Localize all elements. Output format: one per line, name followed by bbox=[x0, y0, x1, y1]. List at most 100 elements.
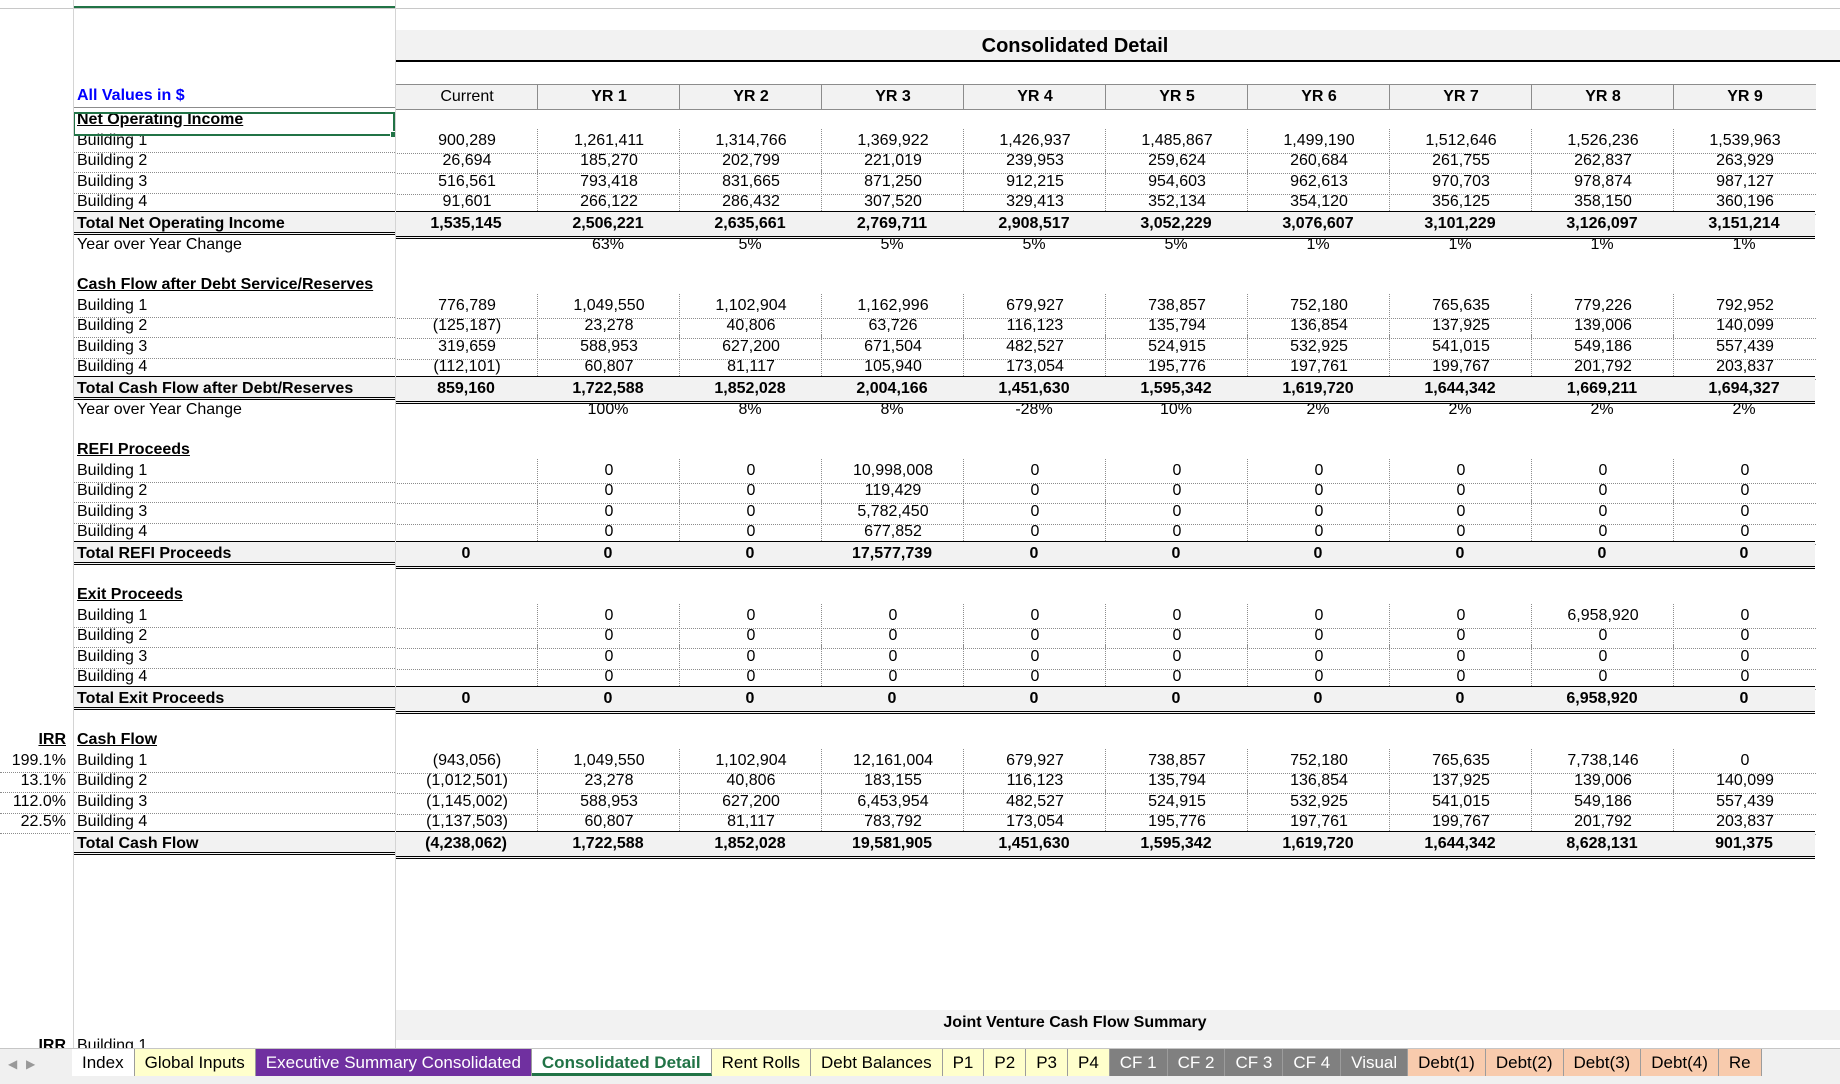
sheet-tab-debt-balances[interactable]: Debt Balances bbox=[811, 1049, 943, 1076]
total-value[interactable]: 1,595,342 bbox=[1105, 830, 1247, 859]
total-value[interactable]: 0 bbox=[821, 685, 963, 714]
column-header-yr6[interactable]: YR 6 bbox=[1247, 84, 1390, 110]
irr-header[interactable]: IRR bbox=[0, 1034, 70, 1048]
sheet-tab-visual[interactable]: Visual bbox=[1341, 1049, 1409, 1076]
yoy-value[interactable]: 8% bbox=[679, 398, 821, 422]
total-value[interactable]: 0 bbox=[1531, 540, 1673, 569]
column-header-yr8[interactable]: YR 8 bbox=[1531, 84, 1674, 110]
total-value[interactable]: 0 bbox=[537, 685, 679, 714]
sheet-tab-debt-4[interactable]: Debt(4) bbox=[1641, 1049, 1719, 1076]
total-value[interactable]: 0 bbox=[395, 685, 537, 714]
tab-scroll-right-icon[interactable]: ▶ bbox=[26, 1057, 35, 1071]
total-value[interactable]: 0 bbox=[1247, 685, 1389, 714]
sheet-tab-debt-3[interactable]: Debt(3) bbox=[1563, 1049, 1642, 1076]
yoy-value[interactable]: 100% bbox=[537, 398, 679, 422]
sheet-tab-cf-2[interactable]: CF 2 bbox=[1167, 1049, 1226, 1076]
total-value[interactable]: 1,644,342 bbox=[1389, 830, 1531, 859]
sheet-tab-cf-3[interactable]: CF 3 bbox=[1225, 1049, 1284, 1076]
row-label[interactable]: Building 1 bbox=[73, 1034, 395, 1048]
total-value[interactable]: 8,628,131 bbox=[1531, 830, 1673, 859]
total-value[interactable]: 1,852,028 bbox=[679, 830, 821, 859]
total-value[interactable]: 0 bbox=[537, 540, 679, 569]
sheet-tab-p2[interactable]: P2 bbox=[984, 1049, 1027, 1076]
total-value[interactable]: 0 bbox=[1673, 685, 1815, 714]
yoy-value[interactable]: 8% bbox=[821, 398, 963, 422]
yoy-value[interactable] bbox=[395, 398, 537, 422]
yoy-value[interactable]: 1% bbox=[1673, 233, 1815, 257]
yoy-value[interactable]: 2% bbox=[1247, 398, 1389, 422]
column-header-row: All Values in $ Current YR 1 YR 2 YR 3 YR 4 YR… bbox=[0, 84, 1840, 110]
total-value[interactable]: 1,722,588 bbox=[537, 830, 679, 859]
total-value[interactable]: 1,619,720 bbox=[1247, 830, 1389, 859]
total-value[interactable]: 0 bbox=[1389, 540, 1531, 569]
yoy-value[interactable]: 10% bbox=[1105, 398, 1247, 422]
sheet-tab-p4[interactable]: P4 bbox=[1067, 1049, 1110, 1076]
column-header-yr3[interactable]: YR 3 bbox=[821, 84, 964, 110]
total-value[interactable]: 0 bbox=[679, 540, 821, 569]
total-value[interactable]: 0 bbox=[1105, 540, 1247, 569]
sheet-title: Consolidated Detail bbox=[981, 35, 1169, 57]
total-label[interactable]: Total Cash Flow bbox=[73, 830, 395, 855]
total-value[interactable]: 0 bbox=[963, 540, 1105, 569]
total-value[interactable]: 0 bbox=[963, 685, 1105, 714]
column-header-yr9[interactable]: YR 9 bbox=[1673, 84, 1816, 110]
yoy-value[interactable]: 2% bbox=[1531, 398, 1673, 422]
total-value[interactable]: 0 bbox=[395, 540, 537, 569]
sheet-tab-global-inputs[interactable]: Global Inputs bbox=[134, 1049, 256, 1076]
sheet-tab-re[interactable]: Re bbox=[1718, 1049, 1762, 1076]
worksheet-grid[interactable]: Consolidated Detail All Values in $ Curre… bbox=[0, 0, 1840, 1048]
sheet-tab-cf-1[interactable]: CF 1 bbox=[1109, 1049, 1168, 1076]
column-header-yr5[interactable]: YR 5 bbox=[1105, 84, 1248, 110]
column-header-current[interactable]: Current bbox=[395, 84, 538, 110]
sheet-tab-p1[interactable]: P1 bbox=[942, 1049, 985, 1076]
yoy-value[interactable]: 2% bbox=[1673, 398, 1815, 422]
tab-scroll-left-icon[interactable]: ◀ bbox=[8, 1057, 17, 1071]
sheet-tab-executive-summary-consolidated[interactable]: Executive Summary Consolidated bbox=[255, 1049, 532, 1076]
yoy-value[interactable]: 1% bbox=[1247, 233, 1389, 257]
sheet-tab-debt-1[interactable]: Debt(1) bbox=[1408, 1049, 1486, 1076]
total-value[interactable]: 17,577,739 bbox=[821, 540, 963, 569]
total-value[interactable]: 0 bbox=[679, 685, 821, 714]
total-value[interactable]: 0 bbox=[1105, 685, 1247, 714]
column-header-yr2[interactable]: YR 2 bbox=[679, 84, 822, 110]
total-row: Total Exit Proceeds 0 0 0 0 0 0 0 0 6,958,920 0 bbox=[0, 685, 1840, 714]
units-label[interactable]: All Values in $ bbox=[73, 84, 395, 108]
total-value[interactable]: 0 bbox=[1673, 540, 1815, 569]
yoy-value[interactable]: 1% bbox=[1531, 233, 1673, 257]
yoy-value[interactable]: 5% bbox=[963, 233, 1105, 257]
column-header-strip bbox=[0, 0, 1840, 9]
sheet-tab-consolidated-detail[interactable]: Consolidated Detail bbox=[531, 1049, 712, 1076]
total-label[interactable]: Total Net Operating Income bbox=[73, 210, 395, 235]
sheet-tab-debt-2[interactable]: Debt(2) bbox=[1485, 1049, 1564, 1076]
column-header-yr1[interactable]: YR 1 bbox=[537, 84, 680, 110]
yoy-value[interactable] bbox=[395, 233, 537, 257]
total-label[interactable]: Total Exit Proceeds bbox=[73, 685, 395, 710]
total-value[interactable]: 0 bbox=[1247, 540, 1389, 569]
total-label[interactable]: Total Cash Flow after Debt/Reserves bbox=[73, 375, 395, 400]
column-header-yr7[interactable]: YR 7 bbox=[1389, 84, 1532, 110]
total-value[interactable]: (4,238,062) bbox=[395, 830, 537, 859]
total-row: Total Cash Flow after Debt/Reserves 859,1… bbox=[0, 375, 1840, 404]
yoy-value[interactable]: 63% bbox=[537, 233, 679, 257]
sheet-tab-rent-rolls[interactable]: Rent Rolls bbox=[711, 1049, 812, 1076]
yoy-label[interactable]: Year over Year Change bbox=[73, 398, 395, 422]
total-row: Total Net Operating Income 1,535,145 2,506… bbox=[0, 210, 1840, 239]
yoy-label[interactable]: Year over Year Change bbox=[73, 233, 395, 257]
total-value[interactable]: 19,581,905 bbox=[821, 830, 963, 859]
yoy-value[interactable]: -28% bbox=[963, 398, 1105, 422]
yoy-value[interactable]: 5% bbox=[821, 233, 963, 257]
total-value[interactable]: 6,958,920 bbox=[1531, 685, 1673, 714]
yoy-value[interactable]: 5% bbox=[1105, 233, 1247, 257]
yoy-value[interactable]: 5% bbox=[679, 233, 821, 257]
active-cell-selection[interactable] bbox=[73, 112, 397, 138]
yoy-value[interactable]: 2% bbox=[1389, 398, 1531, 422]
sheet-tab-index[interactable]: Index bbox=[72, 1049, 135, 1076]
sheet-tab-cf-4[interactable]: CF 4 bbox=[1283, 1049, 1342, 1076]
yoy-value[interactable]: 1% bbox=[1389, 233, 1531, 257]
total-value[interactable]: 0 bbox=[1389, 685, 1531, 714]
total-value[interactable]: 901,375 bbox=[1673, 830, 1815, 859]
total-value[interactable]: 1,451,630 bbox=[963, 830, 1105, 859]
column-header-yr4[interactable]: YR 4 bbox=[963, 84, 1106, 110]
sheet-tab-p3[interactable]: P3 bbox=[1026, 1049, 1068, 1076]
total-label[interactable]: Total REFI Proceeds bbox=[73, 540, 395, 565]
